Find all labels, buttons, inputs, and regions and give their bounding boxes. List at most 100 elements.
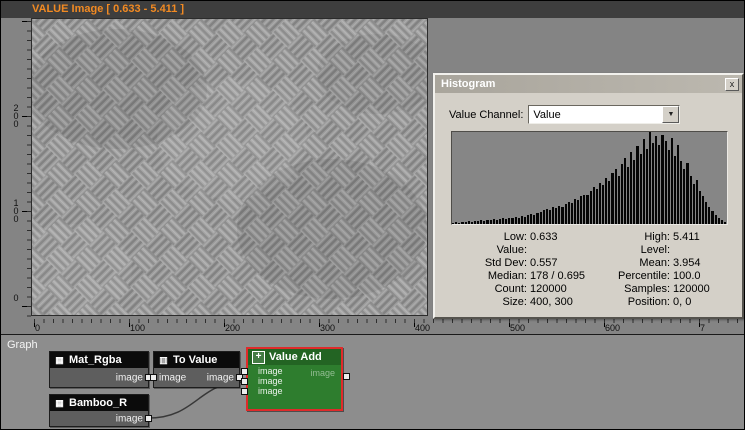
- input-label: image: [159, 372, 186, 383]
- ruler-number: 100: [130, 323, 145, 333]
- histogram-bar: [605, 178, 607, 224]
- histogram-bar: [646, 149, 648, 224]
- ruler-number: 0: [12, 294, 20, 302]
- value-channel-select[interactable]: Value ▼: [528, 105, 680, 124]
- histogram-bar: [661, 135, 663, 224]
- node-title: Value Add: [269, 351, 322, 363]
- histogram-bar: [633, 160, 635, 224]
- histogram-bar: [680, 161, 682, 224]
- histogram-bar: [568, 202, 570, 224]
- stat-value: 3.954: [670, 257, 739, 270]
- ruler-number: 100: [12, 199, 20, 223]
- graph-label: Graph: [7, 339, 38, 351]
- histogram-bar: [649, 132, 651, 224]
- output-port[interactable]: [145, 415, 152, 422]
- image-node-icon: ▦: [54, 398, 65, 409]
- histogram-bar: [593, 187, 595, 224]
- histogram-bar: [702, 196, 704, 224]
- close-button[interactable]: x: [725, 78, 739, 91]
- input-port[interactable]: [241, 388, 248, 395]
- stats-row: Median:178 / 0.695Percentile:100.0: [441, 270, 739, 283]
- histogram-bar: [621, 164, 623, 224]
- node-mat-rgba[interactable]: ▦ Mat_Rgba image: [49, 351, 149, 388]
- plus-icon: +: [252, 351, 265, 364]
- histogram-bar: [483, 221, 485, 224]
- histogram-bar: [493, 219, 495, 224]
- input-row: image: [254, 366, 283, 376]
- histogram-titlebar[interactable]: Histogram x: [435, 75, 742, 93]
- ruler-number: 400: [415, 323, 430, 333]
- node-bamboo-r[interactable]: ▦ Bamboo_R image: [49, 394, 149, 427]
- histogram-bar: [586, 195, 588, 224]
- histogram-bar: [540, 212, 542, 224]
- histogram-bar: [505, 219, 507, 224]
- stats-row: Size:400, 300Position:0, 0: [441, 296, 739, 309]
- histogram-bar: [496, 220, 498, 224]
- histogram-plot[interactable]: [451, 131, 728, 225]
- histogram-bar: [693, 184, 695, 224]
- output-label: image: [116, 413, 143, 424]
- viewer-title: VALUE Image [ 0.633 - 5.411 ]: [1, 1, 744, 18]
- histogram-bar: [468, 221, 470, 224]
- stat-label: Median:: [441, 270, 527, 283]
- input-label: image: [258, 366, 283, 376]
- histogram-bar: [618, 176, 620, 224]
- histogram-bar: [546, 209, 548, 224]
- stat-value: 120000: [527, 283, 602, 296]
- histogram-bar: [599, 183, 601, 224]
- histogram-bar: [671, 138, 673, 224]
- histogram-bar: [511, 218, 513, 224]
- stat-label: High:: [602, 231, 670, 244]
- histogram-bar: [721, 220, 723, 224]
- ruler-number: 500: [510, 323, 525, 333]
- histogram-bar: [630, 152, 632, 224]
- stat-label: Samples:: [602, 283, 670, 296]
- node-title: Mat_Rgba: [69, 354, 122, 366]
- output-port[interactable]: [343, 373, 350, 380]
- output-label: image: [207, 372, 234, 383]
- stat-value: 120000: [670, 283, 739, 296]
- node-value-add[interactable]: + Value Add imageimageimage image: [246, 347, 343, 411]
- stat-label: Mean:: [602, 257, 670, 270]
- histogram-bar: [699, 191, 701, 224]
- histogram-bar: [652, 143, 654, 224]
- histogram-bar: [577, 200, 579, 224]
- histogram-bar: [624, 158, 626, 224]
- stat-label: Count:: [441, 283, 527, 296]
- stat-label: Level:: [602, 244, 670, 257]
- histogram-bar: [508, 218, 510, 224]
- stat-value: 178 / 0.695: [527, 270, 602, 283]
- histogram-title: Histogram: [441, 78, 495, 90]
- histogram-bar: [658, 145, 660, 224]
- ruler-number: 200: [12, 104, 20, 128]
- histogram-bar: [718, 218, 720, 224]
- histogram-bar: [686, 163, 688, 224]
- input-port[interactable]: [241, 378, 248, 385]
- histogram-bar: [555, 208, 557, 224]
- histogram-bar: [461, 222, 463, 224]
- bamboo-texture-svg: [32, 19, 427, 315]
- input-port[interactable]: [150, 374, 157, 381]
- ruler-number: 7: [700, 323, 705, 333]
- graph-canvas[interactable]: Graph ▦ Mat_Rgba image ▥ To Value i: [1, 334, 744, 430]
- histogram-bar: [521, 216, 523, 224]
- histogram-bar: [690, 176, 692, 224]
- histogram-bar: [502, 218, 504, 224]
- histogram-panel: Histogram x Value Channel: Value ▼ Low:0…: [433, 73, 744, 319]
- histogram-bar: [708, 207, 710, 224]
- histogram-bar: [486, 220, 488, 224]
- stat-value: [527, 244, 602, 257]
- histogram-bar: [668, 150, 670, 224]
- ruler-number: 300: [320, 323, 335, 333]
- value-channel-selected: Value: [533, 109, 560, 121]
- chevron-down-icon[interactable]: ▼: [662, 106, 679, 123]
- histogram-bar: [477, 221, 479, 224]
- input-port[interactable]: [241, 368, 248, 375]
- vertical-ruler: 200 100 0: [1, 18, 31, 319]
- histogram-bar: [549, 210, 551, 224]
- texture-image[interactable]: [32, 19, 427, 315]
- node-to-value[interactable]: ▥ To Value image image: [153, 351, 240, 388]
- histogram-bar: [527, 215, 529, 224]
- value-add-inputs: imageimageimage: [254, 366, 283, 396]
- stat-value: 5.411: [670, 231, 739, 244]
